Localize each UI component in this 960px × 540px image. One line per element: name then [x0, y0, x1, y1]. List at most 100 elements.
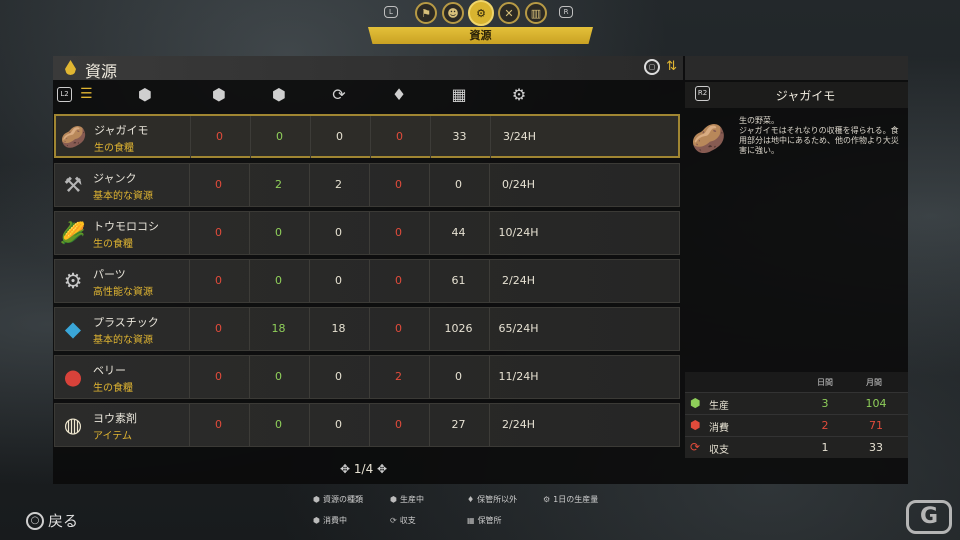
resource-category: 生の食糧: [93, 239, 133, 250]
stats-table: 日間 月間 ⬢ 生産 3 104 ⬢ 消費 2 71 ⟳ 収支 1 33: [685, 372, 908, 458]
chart-icon[interactable]: ▥: [525, 2, 547, 24]
r1-bumper-icon[interactable]: R: [559, 6, 573, 18]
balance-icon: ⟳: [390, 516, 397, 525]
resource-type-icon[interactable]: ⬢: [135, 85, 155, 105]
conversion-value: 0: [309, 404, 367, 446]
resource-type-icon: ⬢: [313, 495, 320, 504]
stats-monthly: 71: [869, 419, 883, 432]
legend-item: ⬢ 生産中: [390, 494, 424, 505]
resource-name: ヨウ素剤: [93, 412, 137, 425]
people-icon[interactable]: ☻: [442, 2, 464, 24]
resource-name: プラスチック: [93, 316, 159, 329]
stats-daily: 2: [821, 419, 829, 432]
resource-category: 生の食糧: [93, 383, 133, 394]
stats-row-production: ⬢ 生産 3 104: [685, 392, 908, 414]
potato-image-icon: 🥔: [691, 122, 726, 155]
resource-name: パーツ: [93, 268, 126, 281]
storage-icon: ▦: [467, 516, 475, 525]
legend-item: ♦ 保管所以外: [467, 494, 517, 505]
consumption-value: 0: [189, 260, 247, 302]
production-value: 0: [250, 116, 308, 158]
resource-name: ジャンク: [93, 172, 137, 185]
resource-row[interactable]: 🌽 トウモロコシ 生の食糧 0 0 0 0 44 10/24H: [54, 211, 680, 255]
pager[interactable]: ✥ 1/4 ✥: [340, 462, 387, 476]
detail-header-bar: [685, 56, 908, 80]
monthly-header: 月間: [866, 378, 882, 387]
consumption-icon[interactable]: ⬢: [209, 85, 229, 105]
panel-title-bar: 資源 ▢ ⇅: [53, 56, 683, 81]
resource-category: 基本的な資源: [93, 191, 153, 202]
detail-body: 🥔 生の野菜。 ジャガイモはそれなりの収穫を得られる。食用部分は地中にあるため、…: [687, 112, 906, 368]
daily-production-value: 2/24H: [489, 260, 547, 302]
resource-category: 高性能な資源: [93, 287, 153, 298]
resource-name: ベリー: [93, 364, 126, 377]
resource-row[interactable]: ● ベリー 生の食糧 0 0 0 2 0 11/24H: [54, 355, 680, 399]
sort-order-icon[interactable]: ⇅: [666, 59, 677, 75]
stats-monthly: 104: [865, 397, 887, 410]
conversion-icon[interactable]: ⟳: [329, 85, 349, 105]
legend-item: ⟳ 収支: [390, 515, 416, 526]
sort-button-icon[interactable]: ▢: [644, 59, 661, 75]
production-value: 0: [249, 260, 307, 302]
non-storage-value: 0: [369, 404, 427, 446]
conversion-value: 0: [309, 212, 367, 254]
detail-title-bar: R2 ジャガイモ: [685, 82, 908, 108]
non-storage-icon: ♦: [467, 495, 475, 504]
legend-item: ⚙ 1日の生産量: [543, 494, 598, 505]
resource-row[interactable]: 🥔 ジャガイモ 生の食糧 0 0 0 0 33 3/24H: [54, 114, 680, 158]
storage-value: 1026: [429, 308, 487, 350]
storage-icon[interactable]: ▦: [449, 85, 469, 105]
stats-label: 生産: [709, 401, 729, 412]
stats-daily: 1: [821, 441, 829, 454]
back-button[interactable]: ○ 戻る: [26, 510, 78, 531]
banner-icon[interactable]: ⚑: [415, 2, 437, 24]
production-icon[interactable]: ⬢: [269, 85, 289, 105]
l2-button-icon[interactable]: L2: [57, 87, 72, 102]
legend-item: ⬢ 資源の種類: [313, 494, 363, 505]
resource-row[interactable]: ◆ プラスチック 基本的な資源 0 18 18 0 1026 65/24H: [54, 307, 680, 351]
daily-production-icon[interactable]: ⚙: [509, 85, 529, 105]
legend-label: 生産中: [399, 495, 424, 504]
consumption-value: 0: [189, 308, 247, 350]
legend-item: ⬢ 消費中: [313, 515, 347, 526]
non-storage-value: 2: [369, 356, 427, 398]
stats-label: 消費: [709, 423, 729, 434]
resource-name: トウモロコシ: [93, 220, 159, 233]
active-tab-label: 資源: [368, 27, 593, 44]
non-storage-value: 0: [370, 116, 428, 158]
daily-header: 日間: [817, 378, 833, 387]
corn-icon: 🌽: [59, 221, 87, 245]
consumption-value: 0: [189, 356, 247, 398]
storage-value: 27: [429, 404, 487, 446]
non-storage-value: 0: [369, 260, 427, 302]
resource-category: 基本的な資源: [93, 335, 153, 346]
resource-row[interactable]: ◍ ヨウ素剤 アイテム 0 0 0 0 27 2/24H: [54, 403, 680, 447]
l1-bumper-icon[interactable]: L: [384, 6, 398, 18]
stats-monthly: 33: [869, 441, 883, 454]
back-label: 戻る: [48, 512, 79, 530]
legend-label: 保管所以外: [477, 495, 518, 504]
junk-icon: ⚒: [63, 173, 83, 197]
resource-category: アイテム: [93, 431, 132, 442]
resource-row[interactable]: ⚙ パーツ 高性能な資源 0 0 0 0 61 2/24H: [54, 259, 680, 303]
dpad-left-icon[interactable]: ✥: [340, 462, 350, 476]
resource-tab-icon[interactable]: ⚙: [468, 0, 494, 26]
conversion-value: 2: [309, 164, 367, 206]
tools-icon[interactable]: ✕: [498, 2, 520, 24]
page-indicator: 1/4: [353, 462, 374, 476]
non-storage-icon[interactable]: ♦: [389, 85, 409, 105]
consumption-icon: ⬢: [313, 516, 320, 525]
consumption-icon: ⬢: [690, 418, 701, 432]
resource-category: 生の食糧: [94, 143, 134, 154]
dpad-right-icon[interactable]: ✥: [377, 462, 387, 476]
sort-controls[interactable]: ▢ ⇅: [644, 59, 677, 75]
daily-production-value: 10/24H: [489, 212, 547, 254]
conversion-value: 0: [310, 116, 368, 158]
consumption-value: 0: [189, 164, 247, 206]
legend-label: 1日の生産量: [553, 495, 599, 504]
list-view-icon[interactable]: ☰: [80, 87, 93, 101]
top-nav: L ⚑ ☻ ⚙ ✕ ▥ R: [0, 0, 960, 28]
non-storage-value: 0: [369, 308, 427, 350]
legend-item: ▦ 保管所: [467, 515, 502, 526]
resource-row[interactable]: ⚒ ジャンク 基本的な資源 0 2 2 0 0 0/24H: [54, 163, 680, 207]
